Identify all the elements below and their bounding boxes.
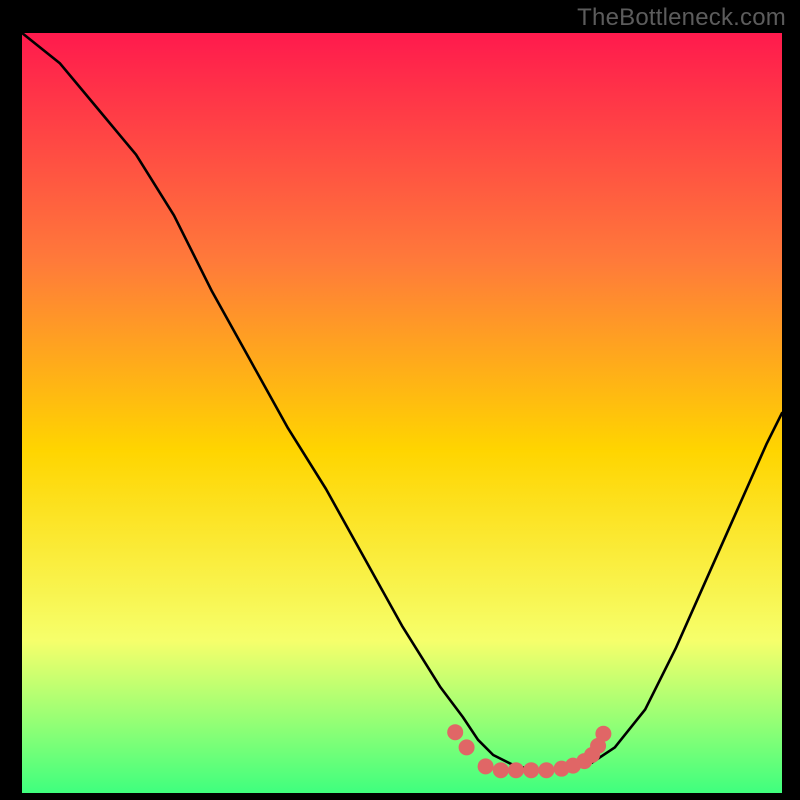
marker-dot — [523, 762, 539, 778]
marker-dot — [508, 762, 524, 778]
gradient-background — [22, 33, 782, 793]
marker-dot — [478, 758, 494, 774]
marker-dot — [447, 724, 463, 740]
marker-dot — [493, 762, 509, 778]
marker-dot — [595, 726, 611, 742]
chart-svg — [22, 33, 782, 793]
plot-frame — [22, 33, 782, 793]
chart-container: TheBottleneck.com — [0, 0, 800, 800]
marker-dot — [538, 762, 554, 778]
watermark-text: TheBottleneck.com — [577, 4, 786, 32]
marker-dot — [459, 739, 475, 755]
